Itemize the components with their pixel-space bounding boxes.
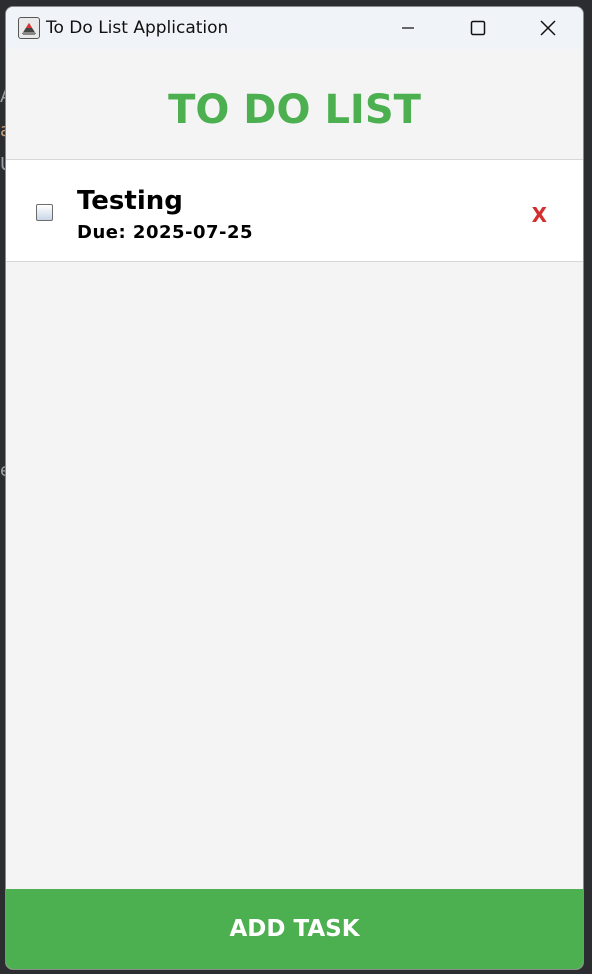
close-button[interactable] — [513, 7, 583, 49]
minimize-button[interactable] — [373, 7, 443, 49]
title-bar[interactable]: To Do List Application — [6, 7, 583, 49]
task-item: Testing Due: 2025-07-25 X — [6, 159, 583, 262]
task-list: Testing Due: 2025-07-25 X — [6, 159, 583, 262]
maximize-button[interactable] — [443, 7, 513, 49]
close-icon — [540, 20, 556, 36]
java-app-icon — [18, 17, 40, 39]
window-controls — [373, 7, 583, 49]
task-due-date: Due: 2025-07-25 — [77, 222, 254, 243]
delete-task-button[interactable]: X — [532, 203, 547, 227]
task-name: Testing — [77, 186, 183, 216]
task-complete-checkbox[interactable] — [36, 204, 53, 221]
maximize-icon — [470, 20, 486, 36]
page-title: TO DO LIST — [168, 87, 421, 133]
app-window: To Do List Application TO DO LIST Testin… — [5, 6, 584, 970]
window-title: To Do List Application — [46, 18, 229, 38]
add-task-button[interactable]: ADD TASK — [6, 889, 583, 969]
minimize-icon — [402, 27, 414, 29]
